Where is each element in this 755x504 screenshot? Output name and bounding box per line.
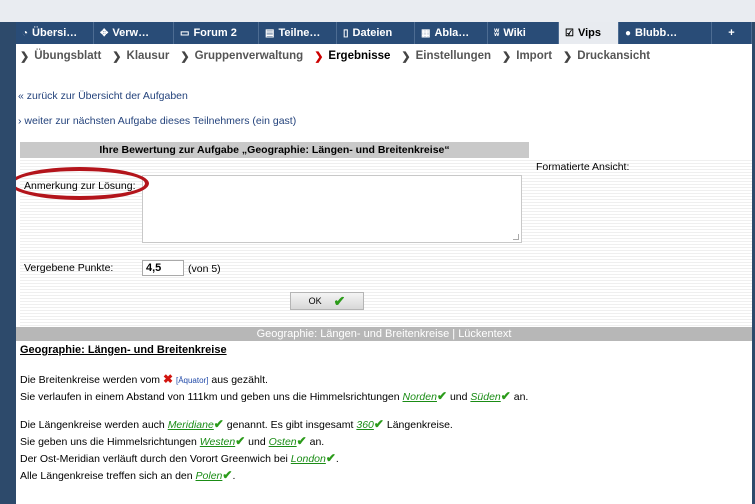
- check-icon: ✔: [296, 434, 307, 448]
- answer: Westen: [199, 436, 236, 448]
- next-task-link[interactable]: › weiter zur nächsten Aufgabe dieses Tei…: [18, 115, 296, 127]
- check-icon: ✔: [235, 434, 246, 448]
- ok-button[interactable]: OK ✔: [290, 292, 364, 310]
- sub-navigation: ❯ Übungsblatt ❯ Klausur ❯ Gruppenverwaltung…: [16, 44, 752, 68]
- app-frame: ◔ Übersi… ✥ Verw… ▭ Forum 2 ▤ Teilne… ▯ Datei…: [16, 22, 752, 504]
- subnav-druckansicht[interactable]: ❯ Druckansicht: [563, 50, 650, 63]
- answer: 360: [356, 419, 374, 431]
- formatted-view-label: Formatierte Ansicht:: [536, 161, 630, 173]
- answer: Osten: [268, 436, 297, 448]
- subnav-einstellungen[interactable]: ❯ Einstellungen: [401, 50, 491, 63]
- tab-teilnehmer[interactable]: ▤ Teilne…: [259, 22, 337, 44]
- text-line: Die Breitenkreise werden vom ✖ [Äquator]…: [20, 372, 268, 386]
- text-line: Sie geben uns die Himmelsrichtungen West…: [20, 434, 325, 448]
- subnav-import[interactable]: ❯ Import: [502, 50, 552, 63]
- text-line: Sie verlaufen in einem Abstand von 111km…: [20, 389, 529, 403]
- answer: London: [290, 453, 326, 465]
- task-title: Geographie: Längen- und Breitenkreise: [20, 344, 227, 356]
- wiki-icon: ʬ: [494, 27, 500, 39]
- correct-answer-hint: [Äquator]: [175, 376, 209, 385]
- check-icon: ✔: [213, 417, 224, 431]
- people-icon: ▤: [265, 27, 275, 39]
- chevron-right-icon: ❯: [502, 50, 512, 63]
- subnav-uebungsblatt[interactable]: ❯ Übungsblatt: [20, 50, 101, 63]
- answer: Norden: [402, 391, 437, 403]
- check-icon: ✔: [373, 417, 384, 431]
- checkmark-icon: ✔: [333, 292, 346, 309]
- file-icon: ▯: [343, 27, 349, 39]
- tab-uebersicht[interactable]: ◔ Übersi…: [16, 22, 94, 44]
- points-label: Vergebene Punkte:: [24, 262, 114, 274]
- wrench-icon: ✥: [100, 27, 109, 39]
- browser-top-strip: [0, 0, 755, 22]
- chevron-right-icon: ❯: [314, 50, 324, 63]
- highlight-annotation-oval: [16, 167, 149, 200]
- calendar-icon: ▦: [421, 27, 431, 39]
- tab-blubber[interactable]: ● Blubb…: [619, 22, 712, 44]
- comment-textarea[interactable]: [142, 175, 522, 243]
- subnav-ergebnisse[interactable]: ❯ Ergebnisse: [314, 50, 390, 63]
- tab-add[interactable]: +: [712, 22, 752, 44]
- back-to-overview-link[interactable]: « zurück zur Übersicht der Aufgaben: [18, 90, 188, 102]
- check-icon: ✔: [222, 468, 233, 482]
- tab-dateien[interactable]: ▯ Dateien: [337, 22, 415, 44]
- points-input[interactable]: 4,5: [142, 260, 184, 276]
- main-tab-bar: ◔ Übersi… ✥ Verw… ▭ Forum 2 ▤ Teilne… ▯ Datei…: [16, 22, 752, 44]
- chevron-right-icon: ❯: [563, 50, 573, 63]
- task-title-bar: Geographie: Längen- und Breitenkreise | …: [16, 327, 752, 341]
- checkbox-icon: ☑: [565, 27, 574, 39]
- answer: Meridiane: [167, 419, 214, 431]
- tab-verwaltung[interactable]: ✥ Verw…: [94, 22, 174, 44]
- tab-wiki[interactable]: ʬ Wiki: [488, 22, 559, 44]
- check-icon: ✔: [436, 389, 448, 403]
- chevron-right-icon: ❯: [20, 50, 30, 63]
- tab-forum[interactable]: ▭ Forum 2: [174, 22, 259, 44]
- tab-vips[interactable]: ☑ Vips: [559, 22, 619, 44]
- chevron-right-icon: ❯: [401, 50, 411, 63]
- check-icon: ✔: [500, 389, 511, 403]
- text-line: Die Längenkreise werden auch Meridiane✔ …: [20, 417, 453, 431]
- subnav-klausur[interactable]: ❯ Klausur: [112, 50, 169, 63]
- text-line: Der Ost-Meridian verläuft durch den Voro…: [20, 451, 339, 465]
- check-icon: ✔: [325, 451, 336, 465]
- text-line: Alle Längenkreise treffen sich an den Po…: [20, 468, 236, 482]
- subnav-gruppenverwaltung[interactable]: ❯ Gruppenverwaltung: [180, 50, 303, 63]
- speech-bubble-icon: ▭: [180, 27, 190, 39]
- compass-icon: ◔: [22, 27, 29, 39]
- wrong-mark-icon: ✖: [162, 372, 174, 386]
- points-max: (von 5): [188, 263, 221, 275]
- grading-header: Ihre Bewertung zur Aufgabe „Geographie: …: [20, 142, 529, 158]
- chevron-right-icon: ❯: [112, 50, 122, 63]
- tab-ablaufplan[interactable]: ▦ Abla…: [415, 22, 488, 44]
- chevron-right-icon: ❯: [180, 50, 190, 63]
- answer: Süden: [470, 391, 501, 403]
- answer: Polen: [195, 470, 223, 482]
- bubble-icon: ●: [625, 27, 632, 39]
